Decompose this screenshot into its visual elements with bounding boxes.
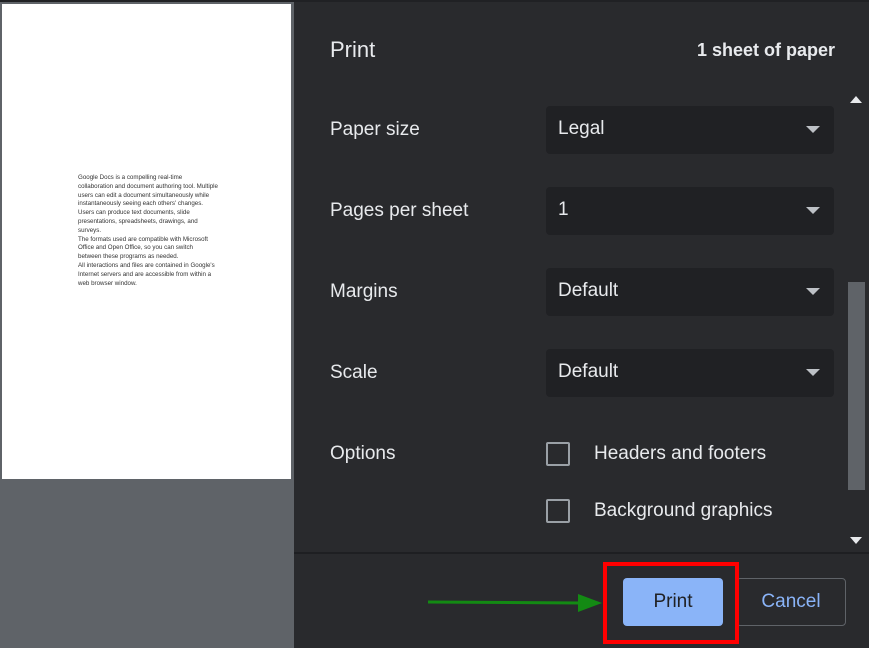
chevron-down-icon [806,207,820,214]
settings-list[interactable]: Paper size Legal Pages per sheet 1 Margi… [294,88,844,552]
headers-footers-checkbox[interactable] [546,442,570,466]
margins-row: Margins Default [294,268,844,316]
pages-per-sheet-row: Pages per sheet 1 [294,187,844,235]
print-settings-panel: Print 1 sheet of paper Paper size Legal … [294,2,869,648]
background-graphics-checkbox[interactable] [546,499,570,523]
chevron-down-icon [806,288,820,295]
scale-select[interactable]: Default [546,349,834,397]
scale-row: Scale Default [294,349,844,397]
scrollbar-thumb[interactable] [848,282,865,490]
paper-size-select[interactable]: Legal [546,106,834,154]
preview-paragraph: The formats used are compatible with Mic… [78,235,208,261]
print-preview-area: Google Docs is a compelling real-time co… [0,2,294,648]
settings-scrollbar[interactable] [844,88,869,552]
options-label: Options [330,443,396,464]
background-graphics-option[interactable]: Background graphics [546,496,844,526]
scroll-up-icon[interactable] [850,96,862,103]
margins-value: Default [558,280,619,301]
dialog-title: Print [330,37,376,62]
preview-paragraph: Users can produce text documents, slide … [78,209,198,234]
dialog-header: Print 1 sheet of paper [294,2,869,88]
headers-footers-option[interactable]: Headers and footers [546,439,844,469]
pages-per-sheet-label: Pages per sheet [330,200,469,221]
print-button-highlight [603,562,739,644]
scale-value: Default [558,361,619,382]
margins-select[interactable]: Default [546,268,834,316]
paper-size-label: Paper size [330,119,420,140]
paper-size-row: Paper size Legal [294,106,844,154]
preview-page: Google Docs is a compelling real-time co… [2,4,291,479]
scale-label: Scale [330,362,378,383]
sheet-count: 1 sheet of paper [696,40,835,60]
arrow-right-icon [427,594,602,612]
scroll-down-icon[interactable] [850,537,862,544]
headers-footers-label: Headers and footers [594,443,767,464]
cancel-button[interactable]: Cancel [736,578,846,626]
background-graphics-label: Background graphics [594,500,773,521]
preview-paragraph: Google Docs is a compelling real-time co… [78,174,218,208]
preview-paragraph: All interactions and files are contained… [78,261,215,287]
pages-per-sheet-value: 1 [558,199,569,220]
preview-page-text: Google Docs is a compelling real-time co… [78,174,218,288]
margins-label: Margins [330,281,398,302]
pages-per-sheet-select[interactable]: 1 [546,187,834,235]
chevron-down-icon [806,369,820,376]
chevron-down-icon [806,126,820,133]
paper-size-value: Legal [558,118,605,139]
